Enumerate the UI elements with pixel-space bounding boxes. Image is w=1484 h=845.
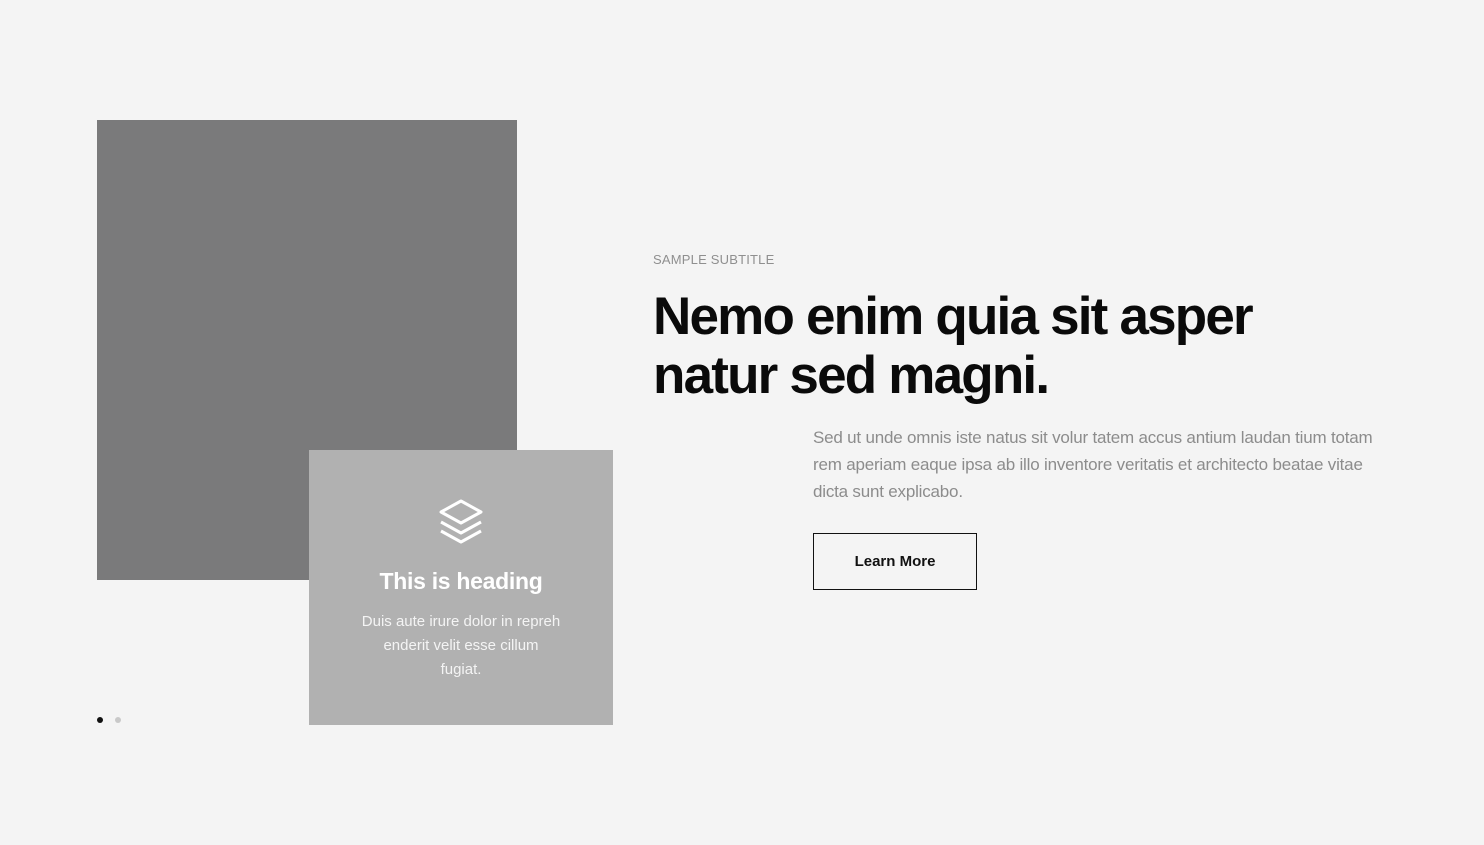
page-title: Nemo enim quia sit asper natur sed magni… [653,287,1293,405]
slider-dot-1[interactable] [97,717,103,723]
page-title-line-2: natur sed magni. [653,346,1050,405]
section-subtitle: SAMPLE SUBTITLE [653,252,775,267]
page-title-line-1: Nemo enim quia sit asper [653,287,1254,346]
slider-dot-2[interactable] [115,717,121,723]
slider-pagination [97,717,121,725]
feature-heading: This is heading [379,568,543,594]
learn-more-button[interactable]: Learn More [813,533,977,590]
feature-card: This is heading Duis aute irure dolor in… [309,450,613,725]
hero-section: This is heading Duis aute irure dolor in… [0,0,1484,845]
hero-description: Sed ut unde omnis iste natus sit volur t… [813,428,1373,501]
layers-icon [438,498,484,546]
feature-description: Duis aute irure dolor in repreh enderit … [361,613,561,678]
